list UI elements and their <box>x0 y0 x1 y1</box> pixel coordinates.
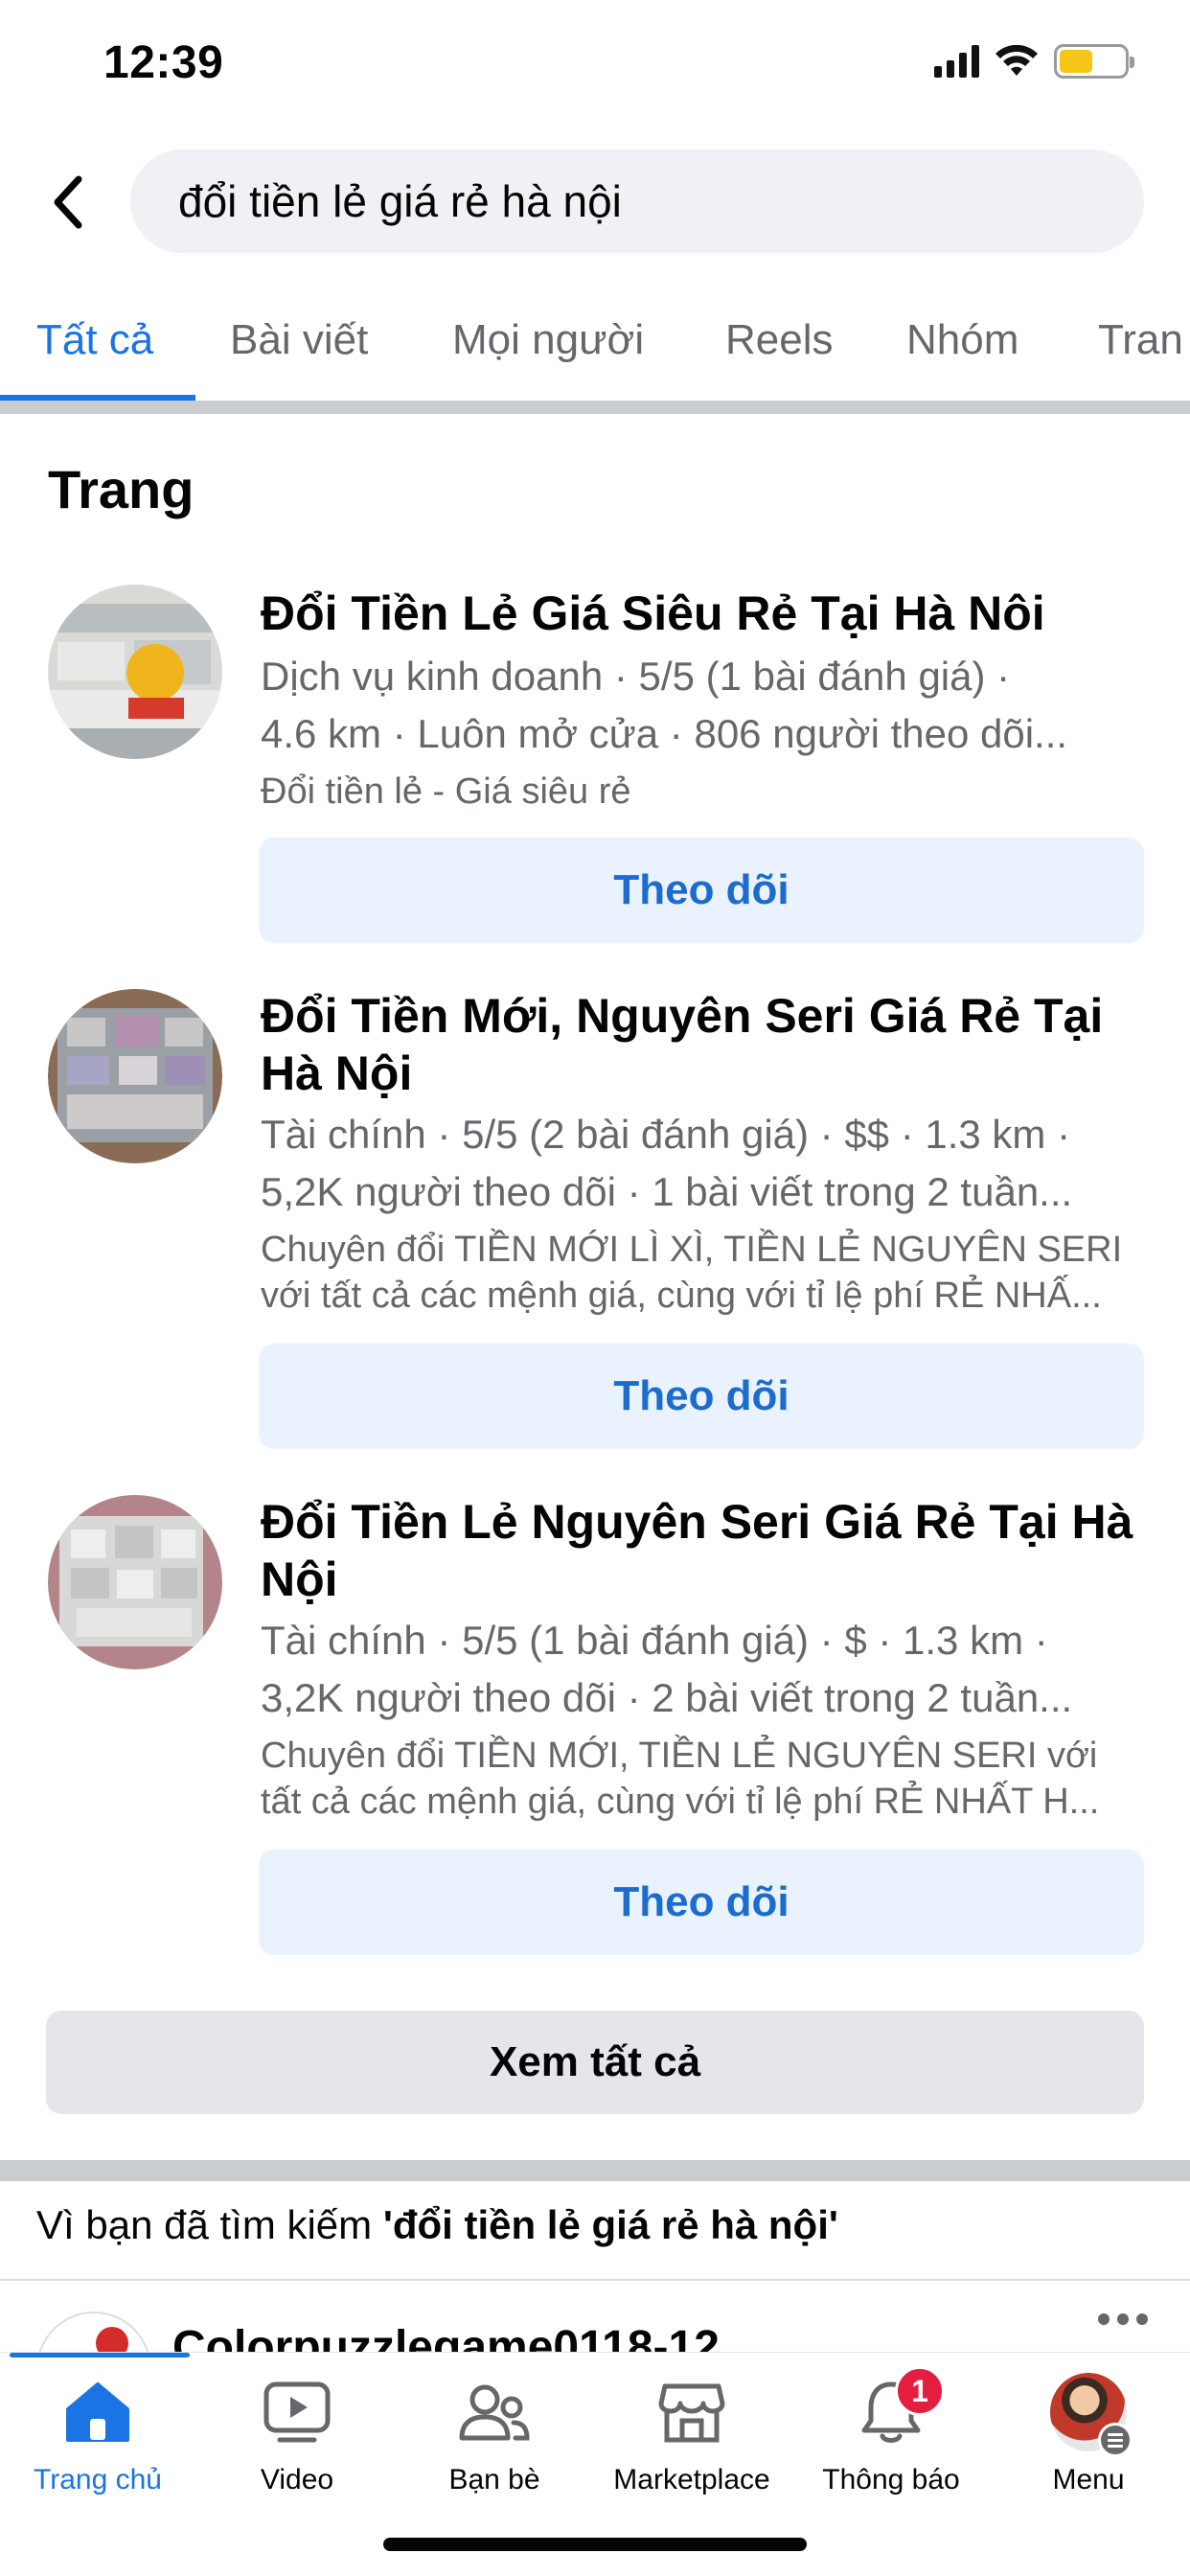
nav-label: Marketplace <box>613 2464 770 2496</box>
search-header: đổi tiền lẻ giá rẻ hà nội <box>0 144 1190 259</box>
more-options-icon[interactable] <box>1098 2313 1148 2325</box>
page-description: với tất cả các mệnh giá, cùng với tỉ lệ … <box>261 1276 1102 1316</box>
page-avatar[interactable] <box>48 989 222 1163</box>
tab-groups[interactable]: Nhóm <box>906 316 1018 364</box>
nav-menu[interactable]: Menu <box>993 2373 1184 2496</box>
nav-label: Bạn bè <box>448 2464 540 2496</box>
nav-friends[interactable]: Bạn bè <box>399 2374 590 2496</box>
page-description: tất cả các mệnh giá, cùng với tỉ lệ phí … <box>261 1782 1100 1822</box>
tab-reels[interactable]: Reels <box>725 316 834 364</box>
post-author-name[interactable]: Colorpuzzlegame0118-12 <box>172 2321 720 2352</box>
battery-level <box>1060 50 1093 73</box>
menu-lines-icon <box>1098 2423 1133 2457</box>
active-nav-indicator <box>10 2353 190 2358</box>
tab-pages[interactable]: Tran <box>1098 316 1183 364</box>
video-icon <box>259 2374 335 2450</box>
see-all-button[interactable]: Xem tất cả <box>46 2011 1144 2114</box>
nav-label: Trang chủ <box>34 2464 162 2496</box>
search-filter-tabs: Tất cả Bài viết Mọi người Reels Nhóm Tra… <box>0 288 1190 402</box>
page-title[interactable]: Đổi Tiền Mới, Nguyên Seri Giá Rẻ Tại Hà … <box>261 987 1142 1102</box>
marketplace-icon <box>653 2374 730 2450</box>
tab-all[interactable]: Tất cả <box>36 316 153 364</box>
nav-label: Thông báo <box>822 2464 960 2496</box>
profile-avatar-icon <box>1050 2373 1133 2457</box>
follow-button[interactable]: Theo dõi <box>259 838 1144 943</box>
nav-marketplace[interactable]: Marketplace <box>596 2374 788 2496</box>
page-meta: 3,2K người theo dõi · 2 bài viết trong 2… <box>261 1675 1073 1720</box>
bell-icon: 1 <box>853 2366 945 2450</box>
post-author-avatar[interactable] <box>36 2312 151 2352</box>
section-title-pages: Trang <box>48 459 195 519</box>
friends-icon <box>456 2374 533 2450</box>
home-indicator <box>383 2538 807 2551</box>
notification-badge: 1 <box>895 2366 945 2416</box>
search-input[interactable]: đổi tiền lẻ giá rẻ hà nội <box>130 150 1144 253</box>
battery-icon <box>1054 44 1134 79</box>
page-avatar[interactable] <box>48 1495 222 1669</box>
because-prefix: Vì bạn đã tìm kiếm <box>36 2202 383 2247</box>
page-title[interactable]: Đổi Tiền Lẻ Giá Siêu Rẻ Tại Hà Nôi <box>261 585 1142 642</box>
because-query: 'đổi tiền lẻ giá rẻ hà nội' <box>382 2202 838 2247</box>
page-description: Chuyên đổi TIỀN MỚI LÌ XÌ, TIỀN LẺ NGUYÊ… <box>261 1230 1123 1270</box>
section-divider <box>0 2160 1190 2181</box>
tab-people[interactable]: Mọi người <box>452 316 644 364</box>
menu-avatar <box>1050 2373 1133 2457</box>
status-bar: 12:39 <box>0 0 1190 129</box>
because-you-searched: Vì bạn đã tìm kiếm 'đổi tiền lẻ giá rẻ h… <box>36 2202 838 2248</box>
follow-button[interactable]: Theo dõi <box>259 1344 1144 1449</box>
nav-notifications[interactable]: 1 Thông báo <box>795 2366 987 2496</box>
home-icon <box>59 2374 136 2450</box>
tab-posts[interactable]: Bài viết <box>230 316 368 364</box>
divider <box>0 2279 1190 2281</box>
nav-home[interactable]: Trang chủ <box>2 2374 194 2496</box>
nav-label: Menu <box>1052 2464 1125 2496</box>
wifi-icon <box>995 45 1039 78</box>
cellular-signal-icon <box>934 45 979 78</box>
chevron-left-icon <box>54 175 82 229</box>
back-button[interactable] <box>38 169 96 236</box>
page-meta: 5,2K người theo dõi · 1 bài viết trong 2… <box>261 1169 1073 1214</box>
page-meta: 4.6 km · Luôn mở cửa · 806 người theo dõ… <box>261 711 1068 756</box>
page-description: Chuyên đổi TIỀN MỚI, TIỀN LẺ NGUYÊN SERI… <box>261 1736 1098 1776</box>
page-avatar[interactable] <box>48 585 222 759</box>
page-title[interactable]: Đổi Tiền Lẻ Nguyên Seri Giá Rẻ Tại Hà Nộ… <box>261 1493 1142 1608</box>
page-meta: Dịch vụ kinh doanh · 5/5 (1 bài đánh giá… <box>261 654 1011 699</box>
page-meta: Tài chính · 5/5 (1 bài đánh giá) · $ · 1… <box>261 1618 1048 1663</box>
follow-button[interactable]: Theo dõi <box>259 1850 1144 1955</box>
next-post-header: Colorpuzzlegame0118-12 <box>0 2285 1190 2352</box>
search-query-text: đổi tiền lẻ giá rẻ hà nội <box>178 176 622 226</box>
nav-video[interactable]: Video <box>201 2374 393 2496</box>
page-description: Đổi tiền lẻ - Giá siêu rẻ <box>261 771 631 812</box>
status-time: 12:39 <box>103 37 224 88</box>
tabs-divider <box>0 401 1190 414</box>
status-icons <box>934 44 1134 79</box>
nav-label: Video <box>260 2464 334 2496</box>
page-meta: Tài chính · 5/5 (2 bài đánh giá) · $$ · … <box>261 1112 1071 1157</box>
